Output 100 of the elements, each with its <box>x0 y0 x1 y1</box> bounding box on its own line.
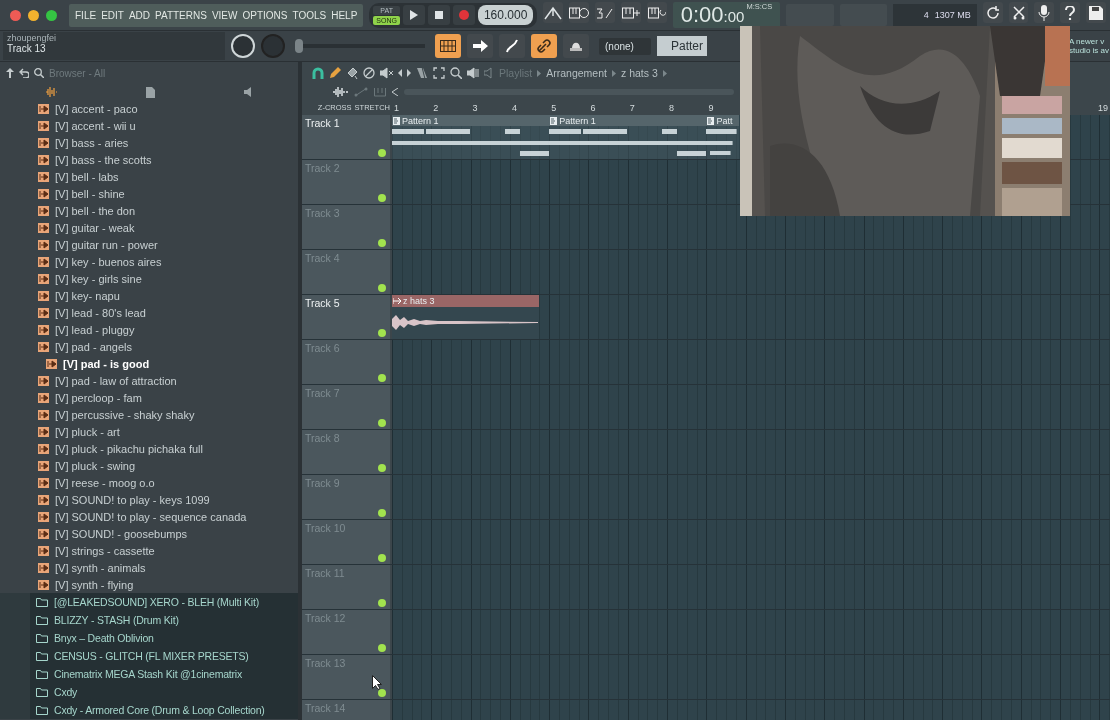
slip-icon[interactable] <box>398 68 411 78</box>
track-lane[interactable] <box>392 385 1110 429</box>
browser-item[interactable]: [V] pad - is good <box>0 355 298 372</box>
toolbar-button[interactable] <box>1008 2 1029 23</box>
track-enable-toggle[interactable] <box>378 149 386 157</box>
toolbar-button[interactable] <box>1034 2 1055 23</box>
track-lane[interactable] <box>392 340 1110 384</box>
browser-item[interactable]: [V] synth - flying <box>0 576 298 593</box>
track-lane[interactable] <box>392 655 1110 699</box>
browser-item[interactable]: [V] pluck - art <box>0 423 298 440</box>
browser-item[interactable]: [V] SOUND! to play - keys 1099 <box>0 491 298 508</box>
browser-item[interactable]: [V] guitar - weak <box>0 219 298 236</box>
track-lane[interactable] <box>392 610 1110 654</box>
browser-item[interactable]: [V] SOUND! - goosebumps <box>0 525 298 542</box>
browser-item[interactable]: [V] bell - shine <box>0 185 298 202</box>
track-enable-toggle[interactable] <box>378 239 386 247</box>
arrow-icon[interactable] <box>472 40 488 52</box>
track-lane[interactable] <box>392 430 1110 474</box>
menu-item[interactable]: OPTIONS <box>242 9 288 21</box>
play-button[interactable] <box>402 5 425 25</box>
browser-item[interactable]: [@LEAKEDSOUND] XERO - BLEH (Multi Kit) <box>0 593 298 611</box>
browser-item[interactable]: [V] pad - angels <box>0 338 298 355</box>
breadcrumb-item[interactable]: z hats 3 <box>620 67 658 79</box>
menu-item[interactable]: VIEW <box>211 9 238 21</box>
pattern-clip[interactable]: Pattern 1 <box>549 115 707 159</box>
track-lane[interactable]: z hats 3 <box>392 295 1110 339</box>
waveform-icon[interactable] <box>44 87 57 97</box>
pattern-clip[interactable]: Pattern 1 <box>392 115 550 159</box>
browser-item[interactable]: [V] lead - 80's lead <box>0 304 298 321</box>
curve-icon[interactable] <box>505 39 519 53</box>
track-enable-toggle[interactable] <box>378 374 386 382</box>
menu-item[interactable]: TOOLS <box>292 9 327 21</box>
toolbar-button[interactable] <box>543 2 564 23</box>
toolbar-button[interactable] <box>569 2 590 23</box>
browser-item[interactable]: [V] synth - animals <box>0 559 298 576</box>
track-enable-toggle[interactable] <box>378 419 386 427</box>
playback-icon[interactable] <box>467 67 479 79</box>
browser-item[interactable]: [V] pluck - pikachu pichaka full <box>0 440 298 457</box>
toolbar-button[interactable] <box>531 34 557 58</box>
browser-item[interactable]: [V] lead - pluggy <box>0 321 298 338</box>
browser-item[interactable]: Cxdy - Armored Core (Drum & Loop Collection) <box>0 701 298 719</box>
track-enable-toggle[interactable] <box>378 284 386 292</box>
link-icon[interactable] <box>537 39 551 53</box>
track-header[interactable]: Track 1 <box>302 115 390 159</box>
track-enable-toggle[interactable] <box>378 509 386 517</box>
toolbar-button[interactable] <box>467 34 493 58</box>
menu-item[interactable]: EDIT <box>101 9 124 21</box>
browser-item[interactable]: Cxdy <box>0 683 298 701</box>
browser-item[interactable]: [V] key- napu <box>0 287 298 304</box>
menu-item[interactable]: ADD <box>128 9 151 21</box>
browser-item[interactable]: [V] accent - paco <box>0 100 298 117</box>
browser-item[interactable]: BLIZZY - STASH (Drum Kit) <box>0 611 298 629</box>
toolbar-button[interactable] <box>621 2 641 23</box>
browser-item[interactable]: Bnyx – Death Oblivion <box>0 629 298 647</box>
scroll-left-icon[interactable] <box>392 88 398 96</box>
track-enable-toggle[interactable] <box>378 644 386 652</box>
track-enable-toggle[interactable] <box>378 464 386 472</box>
select-icon[interactable] <box>433 67 445 79</box>
track-lane[interactable] <box>392 250 1110 294</box>
menu-item[interactable]: HELP <box>331 9 358 21</box>
browser-item[interactable]: [V] key - girls sine <box>0 270 298 287</box>
maximize-icon[interactable] <box>46 9 57 21</box>
tempo-display[interactable]: 160.000 <box>477 5 534 25</box>
save-button[interactable] <box>1086 2 1107 23</box>
help-button[interactable] <box>1060 2 1081 23</box>
track-enable-toggle[interactable] <box>378 194 386 202</box>
browser-item[interactable]: [V] bell - the don <box>0 202 298 219</box>
browser-item[interactable]: [V] bell - labs <box>0 168 298 185</box>
browser-item[interactable]: [V] pluck - swing <box>0 457 298 474</box>
toolbar-button[interactable] <box>563 34 589 58</box>
browser-item[interactable]: [V] guitar run - power <box>0 236 298 253</box>
browser-item[interactable]: [V] key - buenos aires <box>0 253 298 270</box>
browser-item[interactable]: [V] percloop - fam <box>0 389 298 406</box>
track-enable-toggle[interactable] <box>378 689 386 697</box>
toolbar-button[interactable] <box>595 2 616 23</box>
browser-item[interactable]: [V] strings - cassette <box>0 542 298 559</box>
browser-item[interactable]: [V] percussive - shaky shaky <box>0 406 298 423</box>
mute-icon[interactable] <box>380 67 393 79</box>
file-icon[interactable] <box>145 86 155 98</box>
browser-item[interactable]: CENSUS - GLITCH (FL MIXER PRESETS) <box>0 647 298 665</box>
magnet-icon[interactable] <box>312 67 324 79</box>
pattern-field[interactable]: Patter <box>657 36 707 56</box>
pattern-clip[interactable]: Patt <box>706 115 739 159</box>
track-lane[interactable] <box>392 520 1110 564</box>
piano-roll-icon[interactable] <box>440 40 456 52</box>
minimize-icon[interactable] <box>28 9 39 21</box>
search-icon[interactable] <box>34 68 44 78</box>
browser-item[interactable]: [V] bass - aries <box>0 134 298 151</box>
close-icon[interactable] <box>10 9 21 21</box>
track-lane[interactable] <box>392 475 1110 519</box>
audio-clip[interactable]: z hats 3 <box>392 295 539 339</box>
browser-item[interactable]: [V] accent - wii u <box>0 117 298 134</box>
track-enable-toggle[interactable] <box>378 329 386 337</box>
up-arrow-icon[interactable] <box>6 68 14 78</box>
browser-item[interactable]: [V] reese - moog o.o <box>0 474 298 491</box>
track-lane[interactable] <box>392 565 1110 609</box>
breadcrumb-item[interactable]: Arrangement <box>546 67 607 79</box>
speaker-icon[interactable] <box>243 87 254 97</box>
zoom-icon[interactable] <box>450 67 462 79</box>
browser-item[interactable]: Cinematrix MEGA Stash Kit @1cinematrix <box>0 665 298 683</box>
